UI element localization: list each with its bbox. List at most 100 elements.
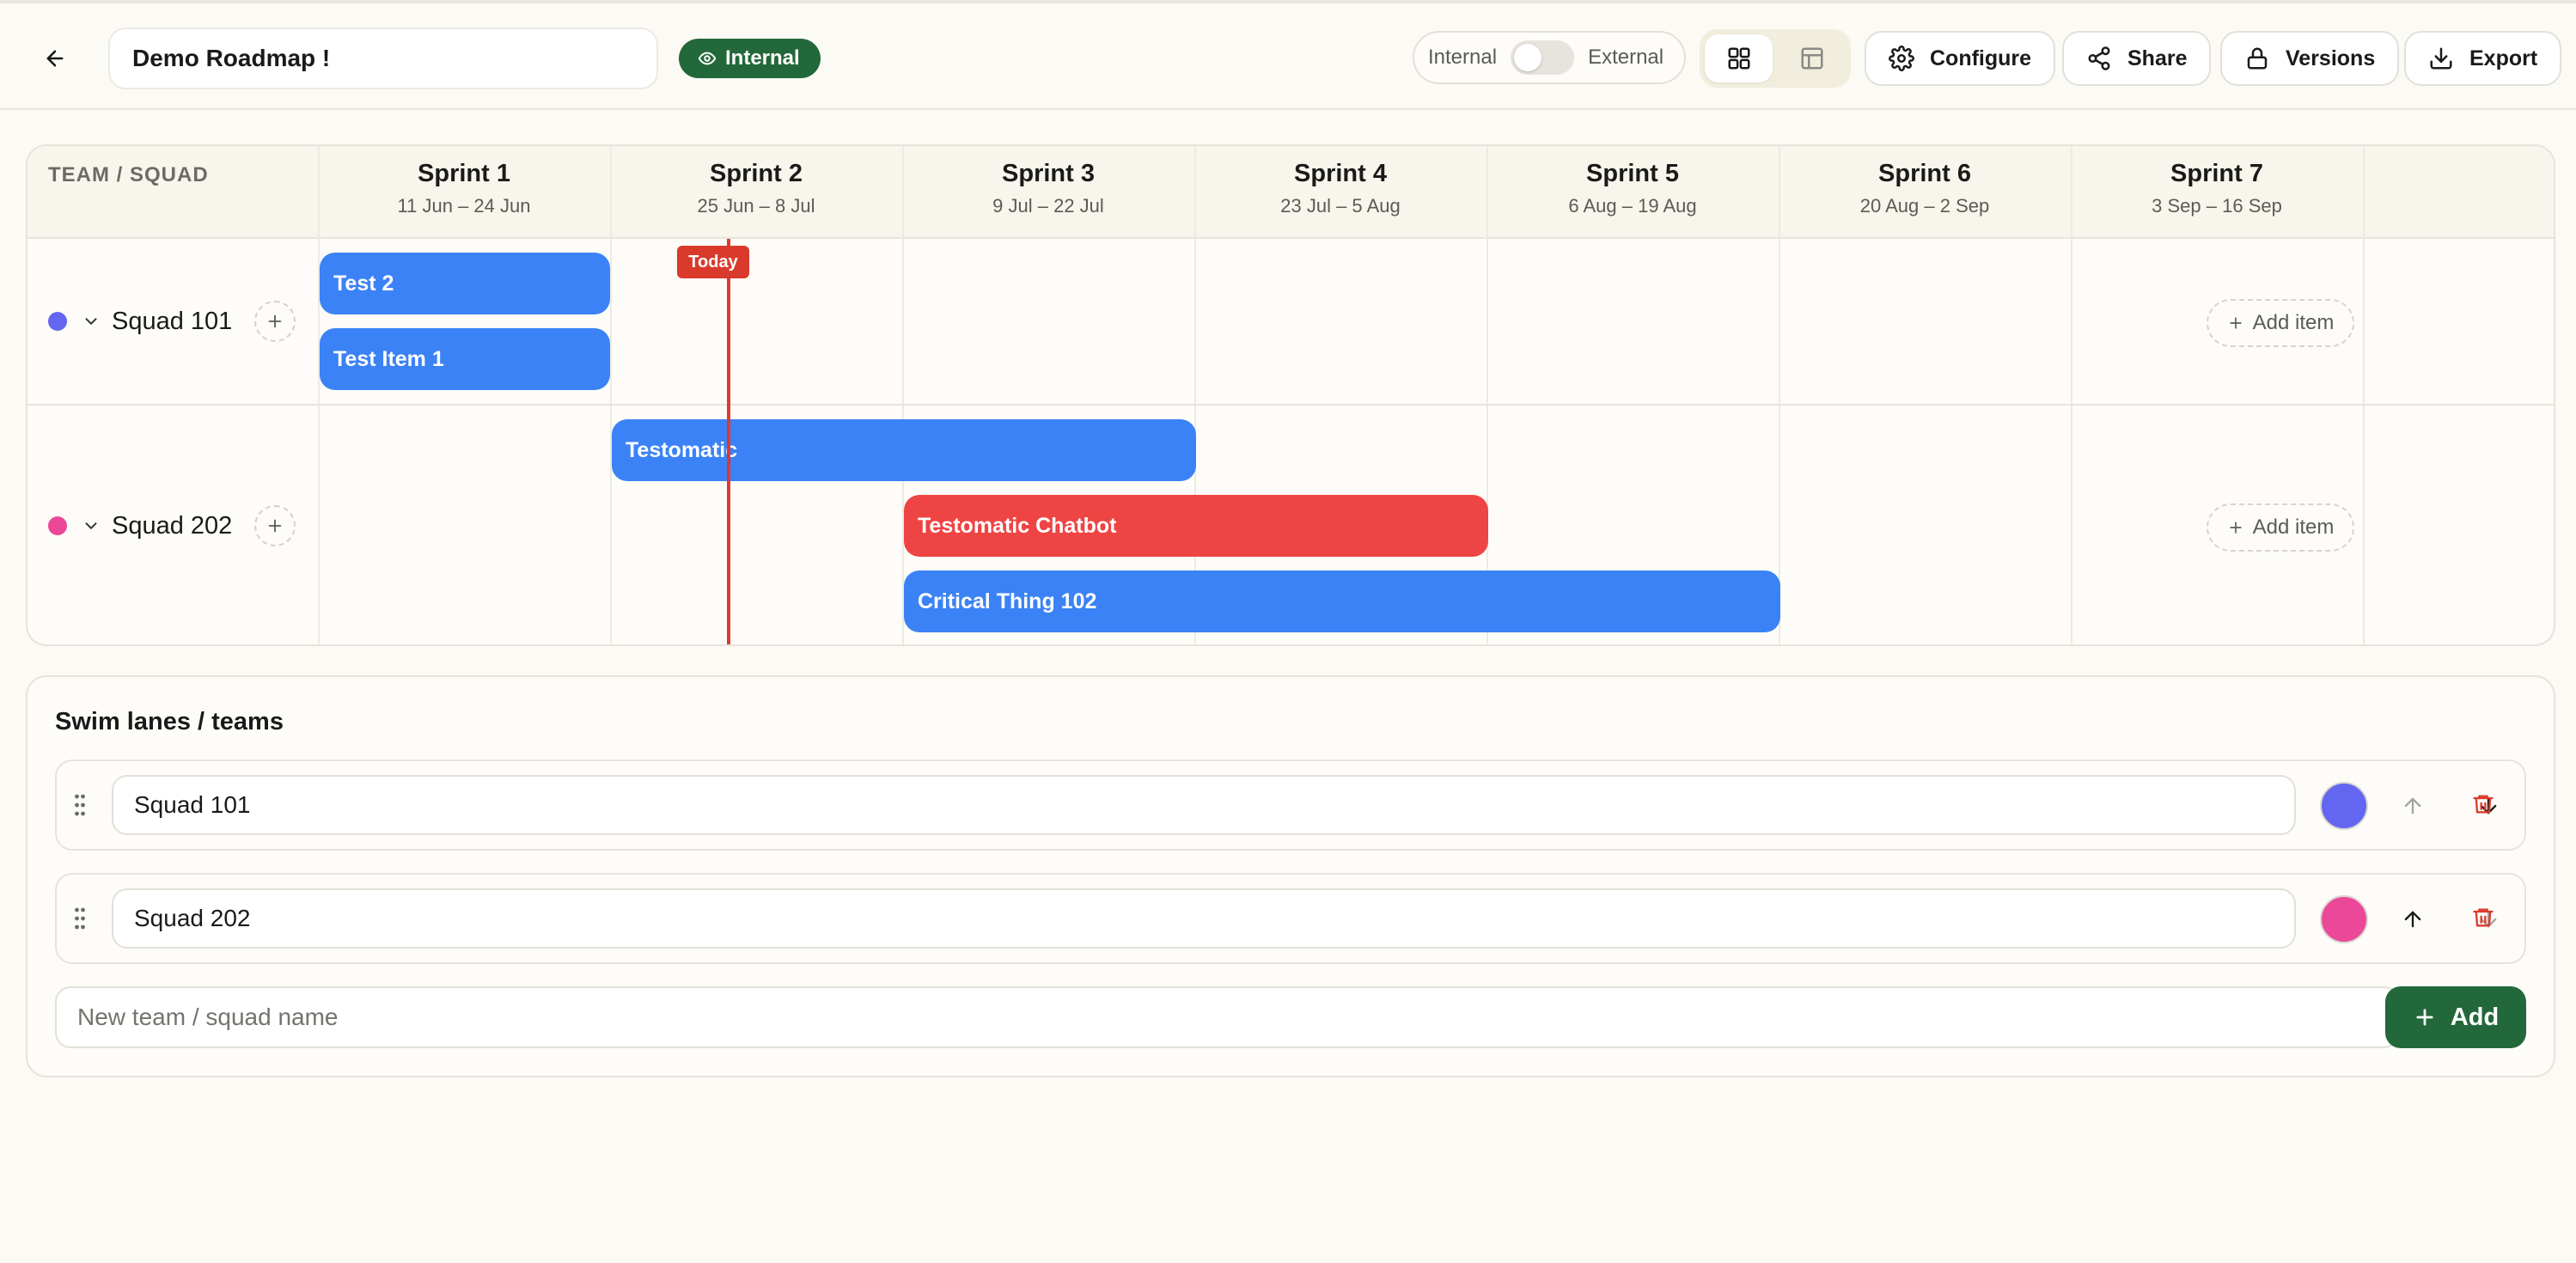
audience-switch[interactable] (1511, 40, 1575, 75)
sprint-name: Sprint 7 (2170, 160, 2263, 187)
trash-icon (2473, 795, 2494, 814)
sprint-header-7: Sprint 7 3 Sep – 16 Sep (2071, 160, 2363, 217)
sprint-dates: 6 Aug – 19 Aug (1568, 195, 1697, 217)
add-squad-item-button[interactable] (254, 301, 296, 342)
table-view-icon (1801, 47, 1822, 70)
roadmap-item[interactable]: Testomatic Chatbot (904, 495, 1488, 557)
arrow-up-icon (2404, 797, 2421, 815)
lock-icon (2247, 47, 2268, 70)
column-divider (318, 146, 320, 644)
sprint-header-2: Sprint 2 25 Jun – 8 Jul (610, 160, 902, 217)
collapse-toggle[interactable] (81, 311, 101, 332)
sprint-name: Sprint 4 (1294, 160, 1387, 187)
plus-icon (268, 314, 282, 328)
lane-name-input[interactable] (112, 888, 2296, 949)
chevron-down-icon (85, 522, 97, 529)
roadmap-item-label: Testomatic Chatbot (918, 513, 1117, 538)
arrow-up-icon (2404, 911, 2421, 928)
sprint-header-5: Sprint 5 6 Aug – 19 Aug (1486, 160, 1779, 217)
move-up-button[interactable] (2394, 787, 2432, 825)
eye-icon (698, 52, 717, 65)
audience-internal-label: Internal (1428, 46, 1498, 69)
audience-external-label: External (1588, 46, 1664, 69)
export-label: Export (2469, 46, 2538, 70)
add-team-button[interactable]: Add (2385, 986, 2526, 1048)
arrow-left-icon (46, 50, 64, 67)
sprint-dates: 11 Jun – 24 Jun (397, 195, 531, 217)
configure-button[interactable]: Configure (1865, 31, 2056, 86)
sprint-header-1: Sprint 1 11 Jun – 24 Jun (318, 160, 610, 217)
versions-label: Versions (2286, 46, 2376, 70)
plus-icon (268, 519, 282, 533)
roadmap-item[interactable]: Critical Thing 102 (904, 570, 1780, 632)
sprint-dates: 23 Jul – 5 Aug (1280, 195, 1401, 217)
sprint-header-6: Sprint 6 20 Aug – 2 Sep (1779, 160, 2071, 217)
column-divider (2363, 146, 2365, 644)
roadmap-item-label: Critical Thing 102 (918, 589, 1097, 613)
sprint-header-4: Sprint 4 23 Jul – 5 Aug (1194, 160, 1486, 217)
sprint-name: Sprint 6 (1878, 160, 1971, 187)
move-up-button[interactable] (2394, 900, 2432, 938)
plus-icon (2416, 1009, 2433, 1026)
squad-color-dot (48, 312, 67, 331)
visibility-badge[interactable]: Internal (679, 39, 821, 78)
gear-icon (1889, 46, 1914, 71)
lane-name-input[interactable] (112, 775, 2296, 835)
header: Internal Internal External Configure Sha… (0, 3, 2576, 110)
share-icon (2088, 46, 2110, 70)
delete-lane-button[interactable] (2464, 899, 2502, 937)
sprint-name: Sprint 2 (710, 160, 803, 187)
squad-name: Squad 101 (112, 307, 233, 335)
grid-view-button[interactable] (1705, 34, 1773, 82)
export-button[interactable]: Export (2404, 31, 2562, 86)
versions-button[interactable]: Versions (2220, 31, 2400, 86)
drag-handle-icon[interactable] (74, 906, 86, 935)
squad-row-label-101: Squad 101 (48, 300, 232, 343)
roadmap-item[interactable]: Test Item 1 (320, 328, 610, 390)
roadmap-item-label: Test 2 (333, 271, 394, 296)
sprint-name: Sprint 3 (1002, 160, 1095, 187)
plus-icon (2229, 317, 2242, 329)
plus-icon (2229, 522, 2242, 534)
grid-view-icon (1728, 47, 1749, 70)
column-divider (902, 146, 904, 644)
delete-lane-button[interactable] (2464, 785, 2502, 823)
roadmap-item[interactable]: Test 2 (320, 253, 610, 314)
drag-handle-icon[interactable] (74, 793, 86, 821)
roadmap-item[interactable]: Testomatic (612, 419, 1196, 481)
add-team-label: Add (2450, 1003, 2500, 1031)
share-label: Share (2127, 46, 2188, 70)
sprint-dates: 9 Jul – 22 Jul (992, 195, 1104, 217)
audience-toggle: Internal External (1413, 31, 1686, 84)
add-item-button[interactable]: Add item (2207, 503, 2354, 552)
swimlanes-panel: Swim lanes / teams Squad 101 Squad 202 N… (26, 675, 2555, 1077)
sprint-dates: 25 Jun – 8 Jul (697, 195, 815, 217)
sprint-name: Sprint 5 (1586, 160, 1679, 187)
roadmap-grid: TEAM / SQUAD Sprint 1 11 Jun – 24 Jun Sp… (26, 144, 2555, 646)
column-divider (2071, 146, 2072, 644)
sprint-header-3: Sprint 3 9 Jul – 22 Jul (902, 160, 1194, 217)
squad-row-label-202: Squad 202 (48, 504, 232, 547)
today-marker-line (727, 239, 730, 644)
collapse-toggle[interactable] (81, 516, 101, 536)
roadmap-title-input[interactable] (108, 27, 658, 89)
new-team-input[interactable] (55, 986, 2399, 1048)
team-column-header: TEAM / SQUAD (48, 163, 209, 186)
sprint-dates: 3 Sep – 16 Sep (2152, 195, 2282, 217)
add-item-button[interactable]: Add item (2207, 299, 2354, 347)
table-view-button[interactable] (1778, 34, 1846, 82)
add-item-label: Add item (2252, 311, 2335, 334)
add-item-label: Add item (2252, 516, 2335, 539)
sprint-dates: 20 Aug – 2 Sep (1859, 195, 1990, 217)
sprint-name: Sprint 1 (418, 160, 510, 187)
add-squad-item-button[interactable] (254, 505, 296, 546)
column-divider (610, 146, 612, 644)
lane-color-swatch[interactable] (2320, 782, 2368, 830)
column-divider (1779, 146, 1780, 644)
download-icon (2430, 47, 2452, 70)
switch-knob (1514, 44, 1542, 71)
back-button[interactable] (34, 38, 76, 79)
lane-color-swatch[interactable] (2320, 895, 2368, 943)
visibility-label: Internal (725, 46, 800, 70)
share-button[interactable]: Share (2062, 31, 2212, 86)
